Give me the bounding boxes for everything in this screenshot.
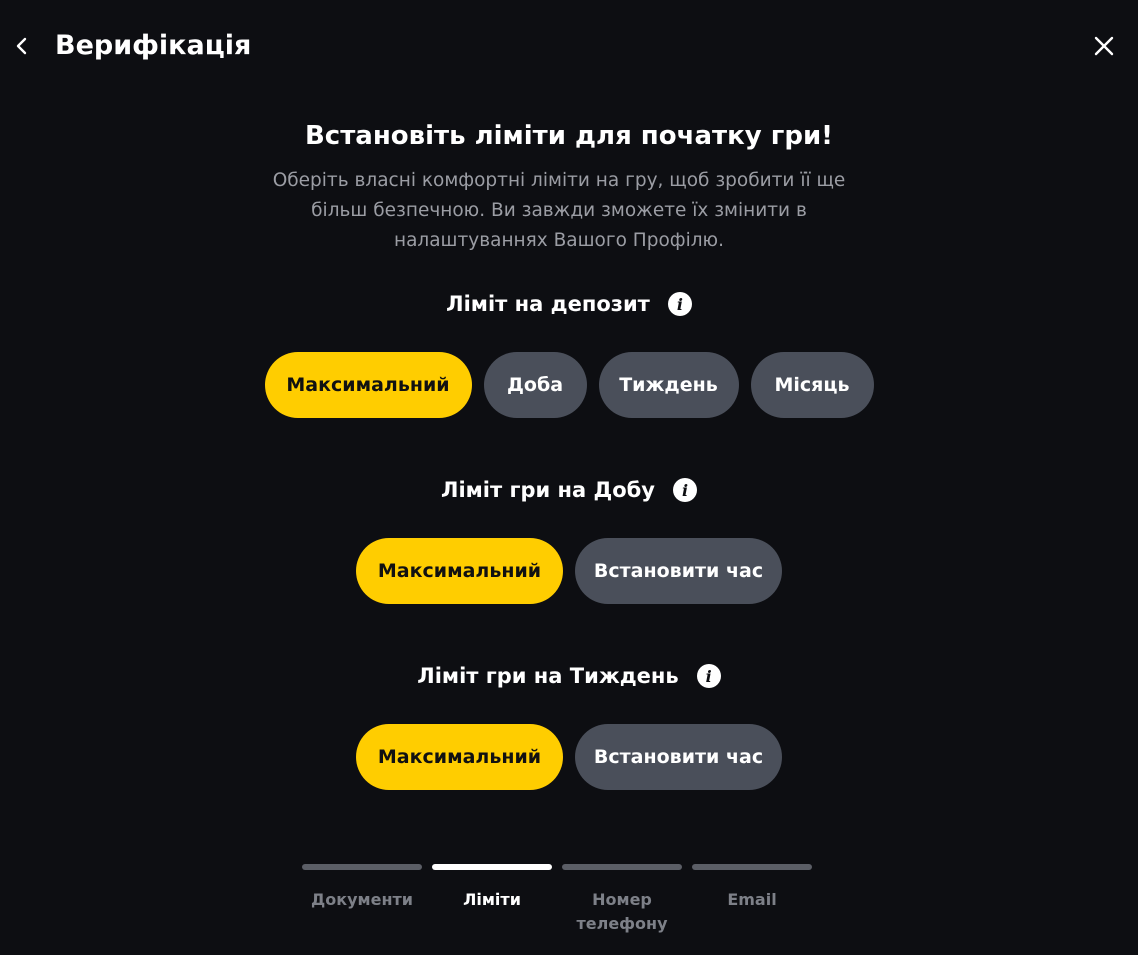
daily-limit-label: Ліміт гри на Добу [441,478,655,502]
step-progress-bar [302,864,422,870]
step-email[interactable]: Email [692,864,812,936]
info-icon[interactable]: i [667,292,692,316]
info-icon[interactable]: i [673,478,697,502]
weekly-limit-options: Максимальний Встановити час [0,724,1138,790]
deposit-limit-section-title: Ліміт на депозит i [0,286,1138,322]
deposit-limit-options: Максимальний Доба Тиждень Місяць [0,352,1138,418]
step-progress-bar [562,864,682,870]
page-title: Верифікація [55,30,252,61]
deposit-option-week[interactable]: Тиждень [598,352,739,418]
close-button[interactable] [1086,28,1122,64]
step-progress-bar [692,864,812,870]
step-progress-bar [432,864,552,870]
deposit-option-month[interactable]: Місяць [750,352,874,418]
daily-option-set-time[interactable]: Встановити час [575,538,782,604]
step-documents[interactable]: Документи [302,864,422,936]
step-label: Номер телефону [576,890,668,933]
limits-subtitle: Оберіть власні комфортні ліміти на гру, … [272,170,846,251]
step-label: Ліміти [463,890,521,909]
weekly-option-set-time[interactable]: Встановити час [575,724,782,790]
weekly-limit-section-title: Ліміт гри на Тиждень i [0,658,1138,694]
deposit-limit-label: Ліміт на депозит [446,292,650,316]
chevron-left-icon [16,37,27,55]
weekly-limit-label: Ліміт гри на Тиждень [417,664,679,688]
step-label: Документи [311,890,413,909]
deposit-option-max[interactable]: Максимальний [264,352,472,418]
step-label: Email [727,890,777,909]
step-limits[interactable]: Ліміти [432,864,552,936]
daily-limit-section-title: Ліміт гри на Добу i [0,472,1138,508]
back-button[interactable] [4,26,40,66]
verification-stepper: Документи Ліміти Номер телефону Email [302,864,812,936]
weekly-option-max[interactable]: Максимальний [356,724,563,790]
limits-heading: Встановіть ліміти для початку гри! [304,121,834,151]
step-phone[interactable]: Номер телефону [562,864,682,936]
daily-option-max[interactable]: Максимальний [356,538,563,604]
info-icon[interactable]: i [696,664,721,688]
deposit-option-day[interactable]: Доба [483,352,587,418]
close-icon [1094,36,1114,56]
daily-limit-options: Максимальний Встановити час [0,538,1138,604]
